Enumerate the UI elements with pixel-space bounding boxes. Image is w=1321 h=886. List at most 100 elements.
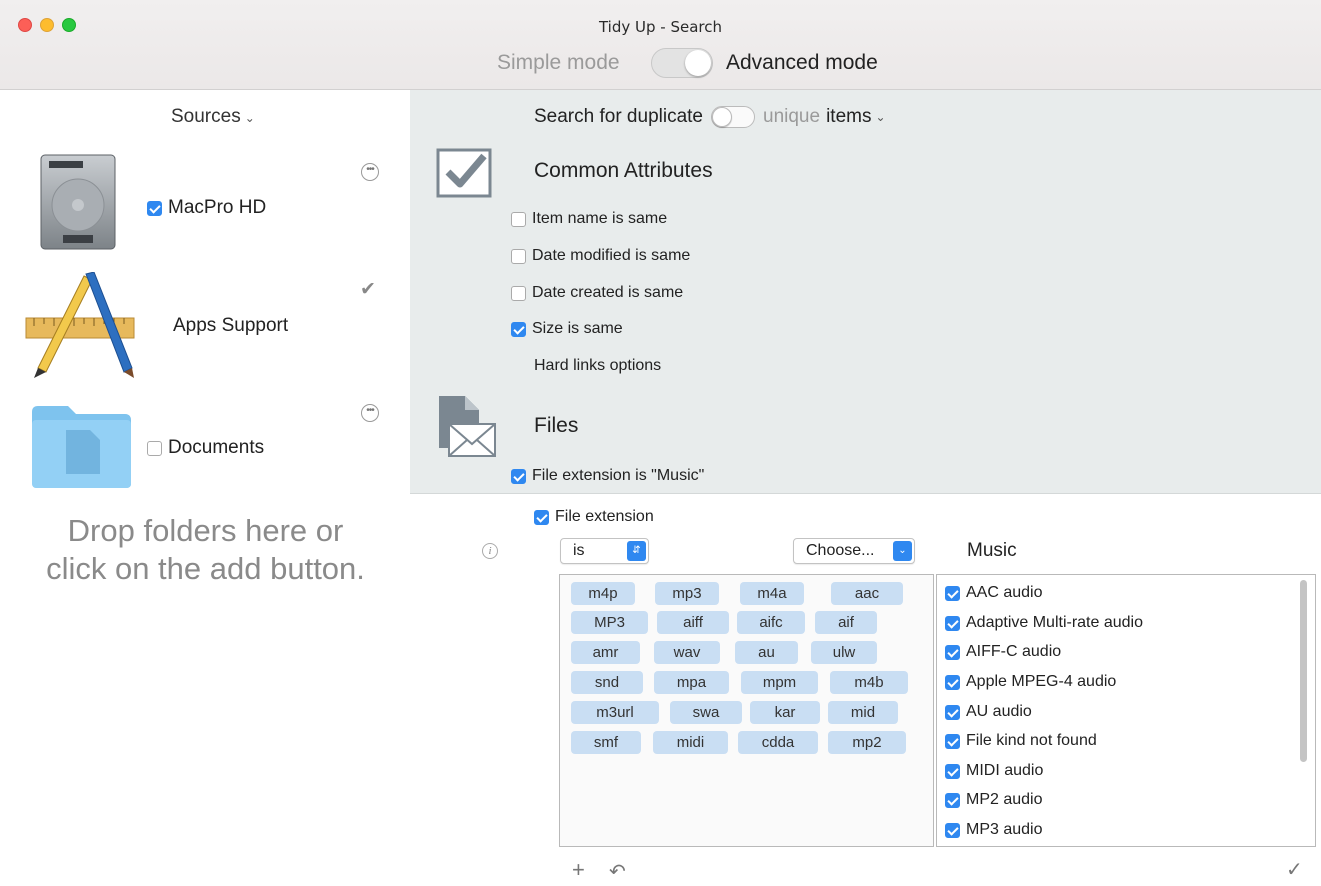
items-menu[interactable]: items [826,106,871,128]
files-title: Files [534,414,579,437]
extension-tag[interactable]: aac [831,582,903,605]
file-extension-summary[interactable]: File extension is "Music" [511,467,704,485]
kind-label: Apple MPEG-4 audio [966,673,1117,690]
search-prefix: Search for duplicate [534,106,703,127]
advanced-mode-label[interactable]: Advanced mode [726,51,878,75]
kind-label: MP2 audio [966,791,1043,808]
extension-tag[interactable]: kar [750,701,820,724]
more-options-icon[interactable]: ••• [361,404,379,422]
file-extension-option[interactable]: File extension [534,508,654,526]
list-item[interactable]: AAC audio [945,584,1043,602]
extension-tag[interactable]: mpm [741,671,818,694]
extension-tag[interactable]: amr [571,641,640,664]
extension-tag[interactable]: mp3 [655,582,719,605]
kind-checkbox[interactable] [945,822,960,838]
extension-tag[interactable]: mpa [654,671,729,694]
mode-toggle[interactable] [651,48,713,78]
simple-mode-label[interactable]: Simple mode [497,51,620,75]
extension-tag[interactable]: midi [653,731,728,754]
list-item[interactable]: MIDI audio [945,762,1043,780]
extension-tag[interactable]: cdda [738,731,818,754]
attr-date-modified[interactable]: Date modified is same [511,247,690,265]
more-options-icon[interactable]: ••• [361,163,379,181]
common-attributes-title: Common Attributes [534,159,713,182]
operator-value: is [573,542,585,559]
kind-checkbox[interactable] [945,704,960,720]
attr-date-created[interactable]: Date created is same [511,284,683,302]
revert-icon[interactable]: ↶ [609,859,626,884]
macpro-hd-checkbox[interactable] [147,200,162,216]
extension-tag[interactable]: m4b [830,671,908,694]
extension-tag[interactable]: aifc [737,611,805,634]
check-circle-icon[interactable]: ✔ [360,278,376,301]
kind-label: AU audio [966,703,1032,720]
extension-tag[interactable]: au [735,641,798,664]
extension-tag[interactable]: ulw [811,641,877,664]
kind-checkbox[interactable] [945,733,960,749]
kind-checkbox[interactable] [945,674,960,690]
list-item[interactable]: AIFF-C audio [945,643,1061,661]
stepper-arrows-icon: ⇵ [627,541,646,561]
list-item[interactable]: File kind not found [945,732,1097,750]
list-item[interactable]: Adaptive Multi-rate audio [945,614,1143,632]
source-macpro-hd[interactable]: MacPro HD [147,197,266,219]
attr-checkbox[interactable] [511,321,526,337]
kind-checkbox[interactable] [945,615,960,631]
extension-tag[interactable]: MP3 [571,611,648,634]
extension-tag[interactable]: mid [828,701,898,724]
file-extension-checkbox[interactable] [534,509,549,525]
extension-tag[interactable]: m4p [571,582,635,605]
attr-checkbox[interactable] [511,211,526,227]
extension-tag[interactable]: swa [670,701,742,724]
documents-checkbox[interactable] [147,440,162,456]
list-item[interactable]: Apple MPEG-4 audio [945,673,1116,691]
sources-label: Sources [171,106,241,127]
kind-label: MP3 audio [966,821,1043,838]
source-documents[interactable]: Documents [147,437,264,459]
extension-tag[interactable]: m3url [571,701,659,724]
kind-label: AIFF-C audio [966,643,1062,660]
search-mode-row: Search for duplicate unique items ⌄ [534,106,886,128]
checkmark-icon[interactable]: ✓ [1286,857,1303,882]
kind-checkbox[interactable] [945,644,960,660]
kind-label: File kind not found [966,732,1097,749]
file-kind-list[interactable]: AAC audio Adaptive Multi-rate audio AIFF… [936,574,1316,847]
attr-checkbox[interactable] [511,285,526,301]
attr-checkbox[interactable] [511,468,526,484]
hard-links-options[interactable]: Hard links options [534,357,661,375]
info-icon[interactable]: i [482,543,498,559]
plus-icon[interactable]: + [572,857,585,883]
extension-tag[interactable]: smf [571,731,641,754]
extension-tag[interactable]: aif [815,611,877,634]
attr-size[interactable]: Size is same [511,320,623,338]
unique-label[interactable]: unique [763,106,820,128]
attr-item-name[interactable]: Item name is same [511,210,667,228]
drop-zone-hint[interactable]: Drop folders here or click on the add bu… [18,512,393,588]
kind-checkbox[interactable] [945,792,960,808]
list-item[interactable]: AU audio [945,703,1032,721]
extension-tag[interactable]: m4a [740,582,804,605]
duplicate-unique-toggle[interactable] [711,106,755,128]
list-scrollbar[interactable] [1300,580,1307,762]
kind-checkbox[interactable] [945,585,960,601]
attr-label: Size is same [532,320,623,337]
extension-tag[interactable]: aiff [657,611,729,634]
kind-checkbox[interactable] [945,763,960,779]
file-mail-icon [439,396,496,457]
list-item[interactable]: MP2 audio [945,791,1043,809]
source-label: Documents [168,437,265,458]
attr-checkbox[interactable] [511,248,526,264]
extension-tag[interactable]: snd [571,671,643,694]
source-label: Apps Support [173,315,289,336]
choose-select[interactable]: Choose... ⌄ [793,538,915,564]
folder-icon [32,406,131,488]
extension-tag[interactable]: mp2 [828,731,906,754]
checkmark-box-icon [436,148,492,198]
extension-tag[interactable]: wav [654,641,720,664]
hard-drive-icon [40,154,116,250]
sources-menu[interactable]: Sources ⌄ [171,106,255,128]
list-item[interactable]: MP3 audio [945,821,1043,839]
operator-select[interactable]: is ⇵ [560,538,649,564]
extension-token-field[interactable]: m4p mp3 m4a aac MP3 aiff aifc aif amr wa… [559,574,934,847]
source-apps-support[interactable]: Apps Support [173,315,288,337]
